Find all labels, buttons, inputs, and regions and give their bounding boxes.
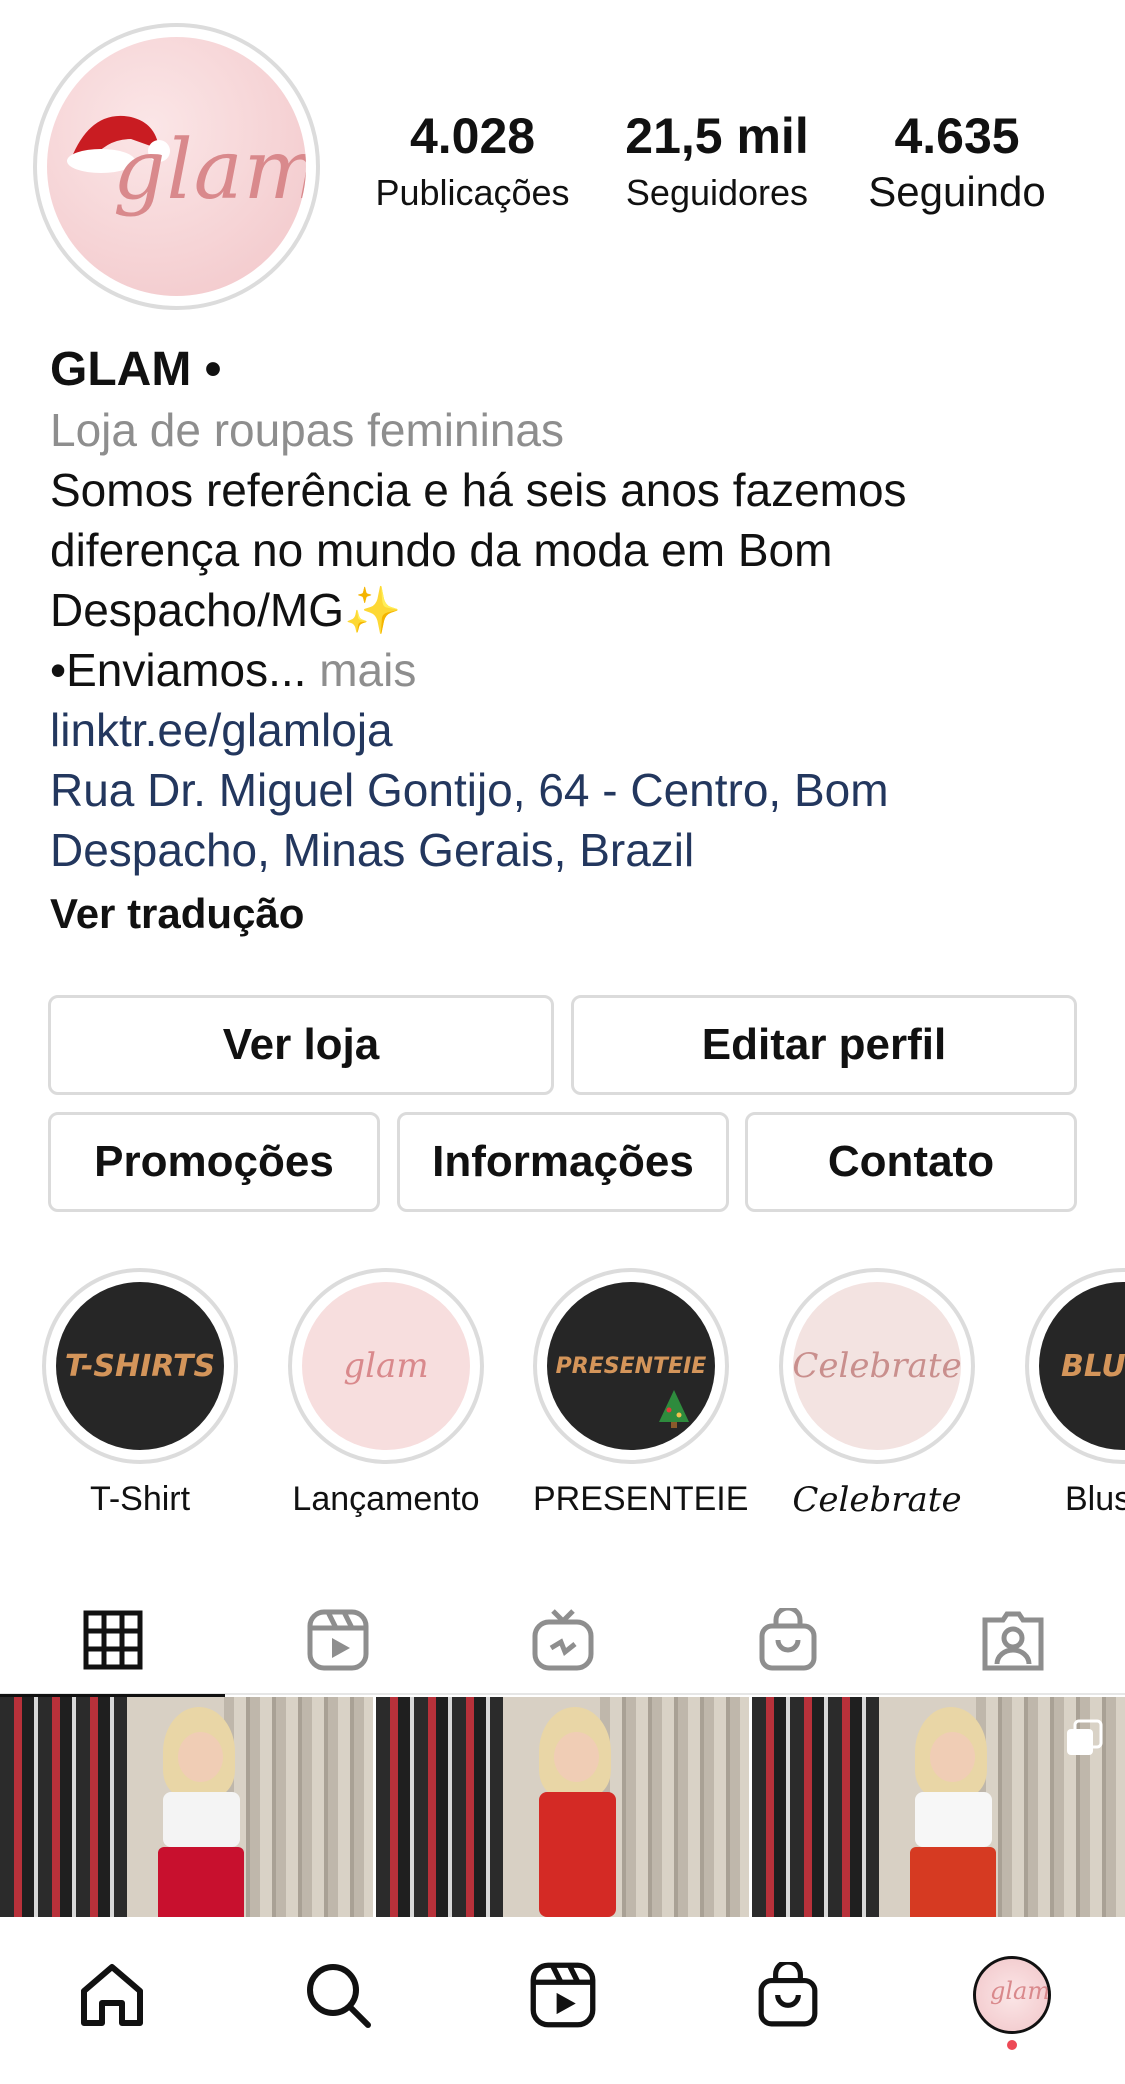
bio-address-link[interactable]: Rua Dr. Miguel Gontijo, 64 - Centro, Bom…	[50, 760, 1090, 880]
address-line: Rua Dr. Miguel Gontijo, 64 - Centro, Bom	[50, 764, 889, 816]
highlight-image: BLUS	[1039, 1282, 1125, 1450]
see-translation-link[interactable]: Ver tradução	[50, 884, 1090, 944]
nav-shop[interactable]	[748, 1955, 828, 2035]
clothes-rack	[752, 1697, 879, 1917]
bio-website-link[interactable]: linktr.ee/glamloja	[50, 700, 1090, 760]
highlight-tshirt[interactable]: T-SHIRTS T-Shirt	[42, 1268, 238, 1519]
nav-search[interactable]	[298, 1955, 378, 2035]
stat-posts[interactable]: 4.028 Publicações	[360, 108, 585, 214]
tab-igtv[interactable]	[450, 1585, 675, 1695]
bio-line: Despacho/MG✨	[50, 584, 402, 636]
reels-icon	[307, 1609, 368, 1671]
highlight-cover-text: BLUS	[1061, 1348, 1125, 1384]
model	[894, 1697, 1013, 1917]
nav-profile[interactable]: glam	[972, 1955, 1052, 2035]
posts-label: Publicações	[375, 172, 570, 213]
followers-label: Seguidores	[625, 172, 809, 213]
highlight-image: T-SHIRTS	[56, 1282, 224, 1450]
address-line: Despacho, Minas Gerais, Brazil	[50, 824, 695, 876]
multiple-posts-icon	[1067, 1719, 1103, 1755]
view-shop-button[interactable]: Ver loja	[48, 995, 554, 1095]
stat-followers[interactable]: 21,5 mil Seguidores	[602, 108, 832, 214]
highlight-cover-text: Celebrate	[793, 1346, 961, 1386]
profile-name: GLAM •	[50, 343, 222, 396]
avatar-image: glam	[47, 37, 306, 296]
bio-line-truncated: •Enviamos... mais	[50, 640, 1090, 700]
home-icon	[81, 1964, 143, 2026]
highlight-label: Lançamento	[292, 1480, 480, 1518]
highlight-label: Celebrate	[792, 1480, 962, 1520]
shopping-bag-icon	[758, 1962, 818, 2027]
highlight-cover: PRESENTEIE	[533, 1268, 729, 1464]
avatar-logo-text: glam	[113, 123, 306, 218]
post-thumbnail[interactable]	[752, 1697, 1125, 1917]
info-button[interactable]: Informações	[397, 1112, 729, 1212]
highlight-image: PRESENTEIE	[547, 1282, 715, 1450]
tagged-icon	[982, 1611, 1043, 1671]
tab-reels[interactable]	[225, 1585, 450, 1695]
highlight-presenteie[interactable]: PRESENTEIE PRESENTEIE	[533, 1268, 749, 1519]
search-icon	[307, 1964, 371, 2028]
followers-count: 21,5 mil	[625, 108, 809, 164]
highlight-cover-text: PRESENTEIE	[555, 1353, 707, 1379]
following-label: Seguindo	[868, 168, 1046, 215]
post-thumbnail[interactable]	[376, 1697, 749, 1917]
highlight-cover: glam	[288, 1268, 484, 1464]
clothes-rack	[0, 1697, 127, 1917]
profile-avatar-small: glam	[973, 1956, 1051, 2034]
bio-more-link[interactable]: mais	[306, 644, 416, 696]
bio-line: Somos referência e há seis anos fazemos	[50, 464, 907, 516]
post-thumbnail[interactable]	[0, 1697, 373, 1917]
tab-tagged[interactable]	[900, 1585, 1125, 1695]
promotions-button[interactable]: Promoções	[48, 1112, 380, 1212]
highlight-cover: BLUS	[1025, 1268, 1125, 1464]
nav-reels[interactable]	[523, 1955, 603, 2035]
edit-profile-button[interactable]: Editar perfil	[571, 995, 1077, 1095]
bottom-navigation: glam	[0, 1917, 1125, 2084]
highlight-cover: Celebrate	[779, 1268, 975, 1464]
highlight-cover-text: T-SHIRTS	[64, 1348, 216, 1384]
contact-button[interactable]: Contato	[745, 1112, 1077, 1212]
tab-shop[interactable]	[675, 1585, 900, 1695]
posts-count: 4.028	[409, 108, 536, 164]
highlight-blus[interactable]: BLUS Blus	[1025, 1268, 1125, 1519]
christmas-tree-icon	[659, 1390, 689, 1428]
highlight-image: glam	[302, 1282, 470, 1450]
highlight-lancamento[interactable]: glam Lançamento	[288, 1268, 484, 1519]
bio-line: •Enviamos...	[50, 644, 307, 696]
grid-icon	[83, 1610, 142, 1670]
profile-bio: GLAM • Loja de roupas femininas Somos re…	[50, 340, 1090, 944]
posts-grid	[0, 1697, 1125, 1917]
clothes-rack	[376, 1697, 503, 1917]
tab-grid[interactable]	[0, 1585, 225, 1697]
highlight-celebrate[interactable]: Celebrate Celebrate	[779, 1268, 975, 1520]
highlight-image: Celebrate	[793, 1282, 961, 1450]
avatar-logo-text: glam	[990, 1977, 1051, 2005]
highlight-label: PRESENTEIE	[533, 1480, 749, 1518]
nav-home[interactable]	[72, 1955, 152, 2035]
highlight-label: T-Shirt	[89, 1480, 191, 1518]
profile-header: glam 4.028 Publicações 21,5 mil Seguidor…	[0, 0, 1125, 330]
highlight-cover-text: glam	[343, 1346, 429, 1386]
profile-avatar[interactable]: glam	[33, 23, 320, 310]
shopping-bag-icon	[759, 1608, 816, 1671]
model	[518, 1697, 637, 1917]
reels-icon	[530, 1962, 596, 2028]
highlight-label: Blus	[1065, 1480, 1125, 1518]
notification-dot	[1007, 2040, 1017, 2050]
stat-following[interactable]: 4.635 Seguindo	[848, 108, 1066, 216]
following-count: 4.635	[894, 108, 1020, 164]
highlight-cover: T-SHIRTS	[42, 1268, 238, 1464]
profile-category: Loja de roupas femininas	[50, 404, 564, 456]
igtv-icon	[532, 1609, 593, 1671]
model	[142, 1697, 261, 1917]
profile-tabs	[0, 1585, 1125, 1697]
bio-line: diferença no mundo da moda em Bom	[50, 524, 833, 576]
